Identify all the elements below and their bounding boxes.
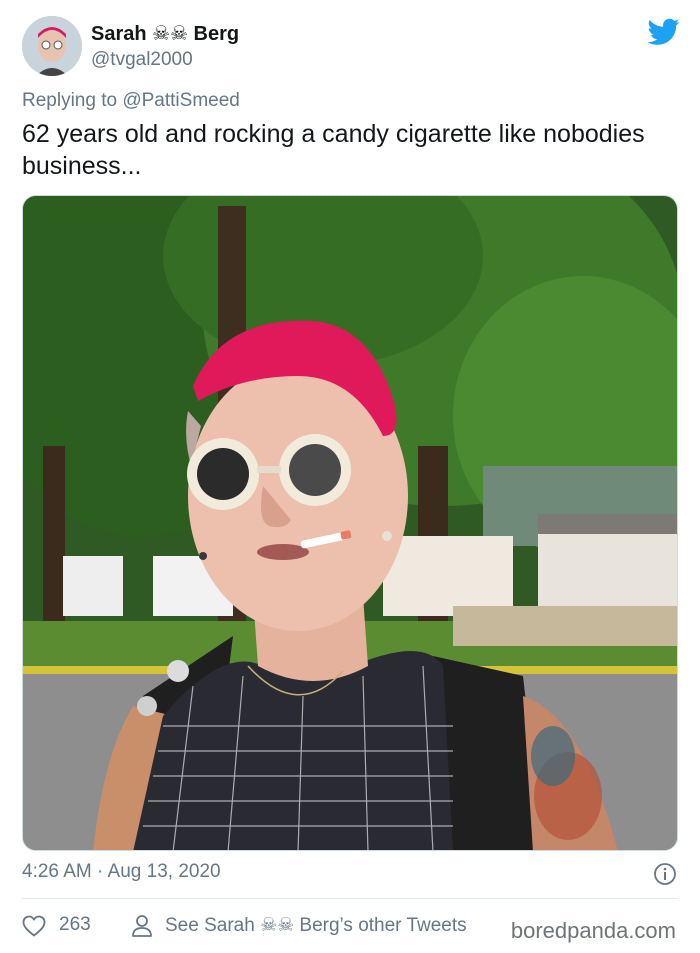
heart-outline-icon[interactable] bbox=[22, 915, 46, 937]
tweet-timestamp[interactable]: 4:26 AM · Aug 13, 2020 bbox=[22, 861, 221, 883]
source-watermark: boredpanda.com bbox=[510, 918, 676, 943]
like-count: 263 bbox=[59, 914, 91, 935]
avatar[interactable] bbox=[22, 16, 82, 76]
footer-divider bbox=[22, 898, 678, 899]
tweet-header: Sarah ☠☠ Berg @tvgal2000 bbox=[22, 14, 682, 80]
replying-prefix: Replying to bbox=[22, 90, 118, 111]
replying-mention-link[interactable]: @PattiSmeed bbox=[122, 90, 240, 111]
tweet-text: 62 years old and rocking a candy cigaret… bbox=[22, 120, 645, 180]
tweet-actions: 263 See Sarah ☠☠ Berg’s other Tweets bor… bbox=[22, 910, 678, 944]
user-handle[interactable]: @tvgal2000 bbox=[91, 48, 239, 72]
display-name[interactable]: Sarah ☠☠ Berg bbox=[91, 22, 239, 46]
person-outline-icon[interactable] bbox=[131, 914, 153, 938]
tweet-photo[interactable] bbox=[22, 195, 678, 851]
replying-to: Replying to @PattiSmeed bbox=[22, 90, 240, 112]
info-icon[interactable] bbox=[653, 862, 677, 886]
see-other-tweets-link[interactable]: See Sarah ☠☠ Berg’s other Tweets bbox=[165, 914, 467, 937]
twitter-bird-icon[interactable] bbox=[648, 18, 680, 46]
